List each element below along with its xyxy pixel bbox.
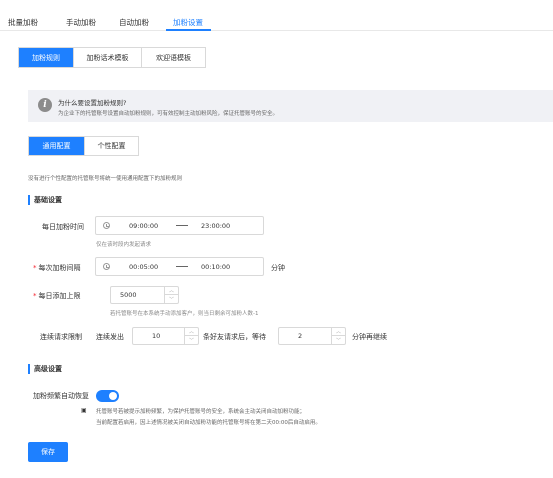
interval-unit: 分钟: [271, 264, 285, 272]
daily-limit-value: 5000: [120, 291, 137, 299]
continuous-middle: 条好友请求后，等待: [203, 333, 266, 341]
increment-button[interactable]: ︿: [185, 328, 198, 336]
continuous-prefix: 连续发出: [96, 333, 124, 341]
tab-manual-add[interactable]: 手动加粉: [66, 17, 96, 28]
tab-general-config[interactable]: 通用配置: [29, 137, 85, 155]
info-notice: i 为什么要设置加粉规则? 为企业下的托管账号设置自动加粉规则，可有效控制主动加…: [28, 90, 553, 122]
decrement-button[interactable]: ﹀: [185, 336, 198, 344]
advanced-settings-title: 高级设置: [28, 364, 62, 374]
basic-settings-title: 基础设置: [28, 195, 62, 205]
daily-time-range-picker[interactable]: 09:00:00 23:00:00: [95, 216, 264, 235]
tab-add-settings[interactable]: 加粉设置: [173, 17, 203, 28]
daily-time-end: 23:00:00: [201, 222, 231, 230]
required-mark: *: [33, 292, 37, 300]
active-tab-indicator: [166, 29, 211, 31]
interval-end: 00:10:00: [201, 263, 231, 271]
save-button[interactable]: 保存: [28, 442, 68, 462]
config-tab-group: 通用配置 个性配置: [28, 136, 139, 156]
notice-text: 为企业下的托管账号设置自动加粉规则，可有效控制主动加粉风险，保证托管账号的安全。: [58, 111, 279, 117]
sub-tab-group: 加粉规则 加粉话术模板 欢迎语模板: [18, 47, 206, 68]
wait-minutes-value: 2: [298, 332, 303, 340]
toggle-knob: [109, 392, 117, 400]
daily-time-start: 09:00:00: [129, 222, 159, 230]
interval-label-text: 每次加粉间隔: [38, 264, 81, 272]
daily-limit-input[interactable]: 5000 ︿ ﹀: [110, 286, 179, 304]
daily-limit-label: * 每日添加上限: [33, 291, 81, 301]
clock-icon: [103, 222, 110, 229]
wait-minutes-input[interactable]: 2 ︿ ﹀: [278, 327, 346, 345]
tab-custom-config[interactable]: 个性配置: [85, 137, 138, 155]
continuous-suffix: 分钟再继续: [352, 333, 387, 341]
increment-button[interactable]: ︿: [165, 287, 178, 295]
daily-limit-help: 若托管账号在本系统手动添加客户，则当日剩余可加粉人数-1: [110, 311, 259, 317]
notice-title: 为什么要设置加粉规则?: [58, 99, 127, 107]
wait-minutes-stepper: ︿ ﹀: [331, 328, 345, 344]
interval-start: 00:05:00: [129, 263, 159, 271]
auto-recover-note-2: 当前配置若启用，因上述情况被关闭自动加粉功能的托管账号将在第二天00:00后自动…: [96, 420, 321, 426]
daily-time-help: 仅在该时段内发起请求: [96, 242, 152, 248]
auto-recover-note-1: 托管账号若被提示加粉频繁，为保护托管账号的安全，系统会主动关闭自动加粉功能；: [96, 409, 306, 415]
top-tab-bar: 批量加粉 手动加粉 自动加粉 加粉设置: [0, 0, 553, 31]
required-mark: *: [33, 264, 37, 272]
tab-auto-add[interactable]: 自动加粉: [119, 17, 149, 28]
continuous-limit-label: 连续请求限制: [40, 333, 82, 341]
daily-limit-stepper: ︿ ﹀: [164, 287, 178, 303]
request-count-input[interactable]: 10 ︿ ﹀: [132, 327, 199, 345]
interval-label: * 每次加粉间隔: [33, 263, 81, 273]
config-hint: 没有进行个性配置的托管账号将统一使用通用配置下的加粉规则: [28, 176, 183, 182]
clock-icon: [103, 263, 110, 270]
range-separator: [176, 266, 188, 267]
range-separator: [176, 225, 188, 226]
tab-welcome-templates[interactable]: 欢迎语模板: [142, 48, 205, 67]
tab-add-rules[interactable]: 加粉规则: [19, 48, 74, 67]
increment-button[interactable]: ︿: [332, 328, 345, 336]
notice-icon: ▣: [81, 407, 87, 414]
info-icon: i: [38, 98, 52, 112]
daily-time-label: 每日加粉时间: [42, 223, 84, 231]
tab-script-templates[interactable]: 加粉话术模板: [74, 48, 142, 67]
request-count-value: 10: [152, 332, 161, 340]
interval-range-picker[interactable]: 00:05:00 00:10:00: [95, 257, 264, 276]
decrement-button[interactable]: ﹀: [332, 336, 345, 344]
daily-limit-label-text: 每日添加上限: [38, 292, 81, 300]
request-count-stepper: ︿ ﹀: [184, 328, 198, 344]
auto-recover-label: 加粉频繁自动恢复: [33, 392, 89, 400]
tab-batch-add[interactable]: 批量加粉: [8, 17, 38, 28]
decrement-button[interactable]: ﹀: [165, 295, 178, 303]
auto-recover-toggle[interactable]: [96, 390, 119, 402]
